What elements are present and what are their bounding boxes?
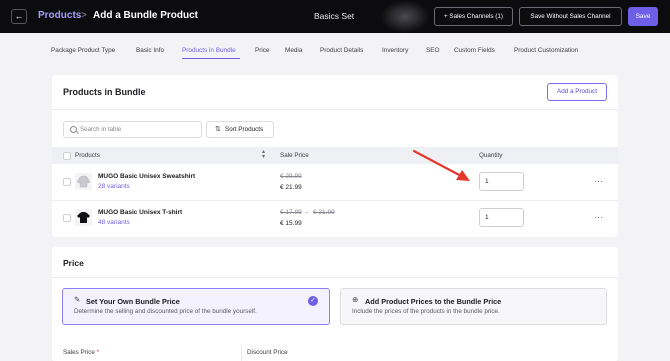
price-range-dash: –: [305, 209, 309, 216]
tab-basic-info[interactable]: Basic Info: [136, 47, 164, 54]
sale-price: € 15.99: [280, 220, 302, 227]
sales-channels-button[interactable]: + Sales Channels (1): [434, 7, 513, 26]
save-without-sales-channel-button[interactable]: Save Without Sales Channel: [519, 7, 622, 26]
annotation-arrow-icon: [412, 149, 470, 181]
breadcrumb-separator: >: [81, 10, 87, 21]
divider: [52, 109, 618, 110]
select-all-checkbox[interactable]: [63, 152, 71, 160]
tab-seo[interactable]: SEO: [426, 47, 440, 54]
column-header-products: Products: [75, 152, 100, 159]
row-checkbox[interactable]: [63, 178, 71, 186]
breadcrumb-products[interactable]: Products: [38, 10, 81, 21]
option-title: Add Product Prices to the Bundle Price: [365, 297, 502, 306]
option-description: Determine the selling and discounted pri…: [74, 308, 257, 315]
arrow-left-icon: ←: [14, 11, 24, 21]
tab-package-product-type[interactable]: Package Product Type: [51, 47, 115, 54]
original-price: € 29.99: [280, 173, 302, 180]
row-divider: [52, 200, 618, 201]
quantity-input[interactable]: 1: [479, 172, 524, 191]
row-more-menu-icon[interactable]: ···: [594, 177, 604, 186]
table-header: [52, 147, 618, 164]
quantity-input[interactable]: 1: [479, 208, 524, 227]
sale-price: € 21.99: [280, 184, 302, 191]
tab-product-customization[interactable]: Product Customization: [514, 47, 578, 54]
row-checkbox[interactable]: [63, 214, 71, 222]
sort-products-button[interactable]: ⇅ Sort Products: [206, 121, 274, 138]
set-name: Basics Set: [314, 11, 355, 21]
sales-price-label: Sales Price *: [63, 349, 100, 356]
plus-circle-icon: ⊕: [352, 295, 359, 304]
tab-inventory[interactable]: Inventory: [382, 47, 408, 54]
product-variants-link[interactable]: 28 variants: [98, 183, 130, 190]
section-title-products-in-bundle: Products in Bundle: [63, 87, 146, 97]
active-tab-indicator: [182, 58, 240, 59]
tab-price[interactable]: Price: [255, 47, 270, 54]
sort-column-icon[interactable]: ▴ ▾: [262, 149, 265, 160]
tab-product-details[interactable]: Product Details: [320, 47, 363, 54]
option-description: Include the prices of the products in th…: [352, 308, 500, 315]
product-name: MUGO Basic Unisex Sweatshirt: [98, 173, 196, 180]
own-bundle-price-option[interactable]: [62, 288, 330, 325]
sweatshirt-icon: [75, 173, 92, 190]
tab-products-in-bundle[interactable]: Products in Bundle: [182, 47, 236, 54]
add-product-button[interactable]: Add a Product: [547, 83, 607, 101]
add-product-prices-option[interactable]: [340, 288, 607, 325]
product-variants-link[interactable]: 48 variants: [98, 219, 130, 226]
top-header: ← Products > Add a Bundle Product Basics…: [0, 0, 670, 33]
search-placeholder: Search in table: [80, 126, 122, 133]
field-divider: [241, 345, 242, 361]
check-icon: ✓: [308, 296, 318, 306]
column-header-quantity: Quantity: [479, 152, 503, 159]
sort-arrows-icon: ⇅: [215, 126, 221, 133]
tab-media[interactable]: Media: [285, 47, 302, 54]
divider: [52, 277, 618, 278]
option-title: Set Your Own Bundle Price: [86, 297, 180, 306]
search-icon: [70, 126, 77, 133]
tshirt-icon: [75, 209, 92, 226]
back-button[interactable]: ←: [11, 9, 27, 24]
tab-custom-fields[interactable]: Custom Fields: [454, 47, 495, 54]
sort-products-label: Sort Products: [225, 126, 264, 133]
discount-price-label: Discount Price: [247, 349, 288, 356]
column-header-sale-price: Sale Price: [280, 152, 309, 159]
save-button[interactable]: Save: [628, 7, 658, 26]
required-mark: *: [96, 349, 100, 356]
product-name: MUGO Basic Unisex T-shirt: [98, 209, 183, 216]
pencil-icon: ✎: [74, 295, 81, 304]
original-price-to: € 21.99: [313, 209, 335, 216]
search-input[interactable]: Search in table: [63, 121, 202, 138]
row-more-menu-icon[interactable]: ···: [594, 213, 604, 222]
section-title-price: Price: [63, 258, 84, 268]
original-price-from: € 17.99: [280, 209, 302, 216]
page-title: Add a Bundle Product: [93, 10, 198, 21]
header-glow: [380, 0, 430, 33]
